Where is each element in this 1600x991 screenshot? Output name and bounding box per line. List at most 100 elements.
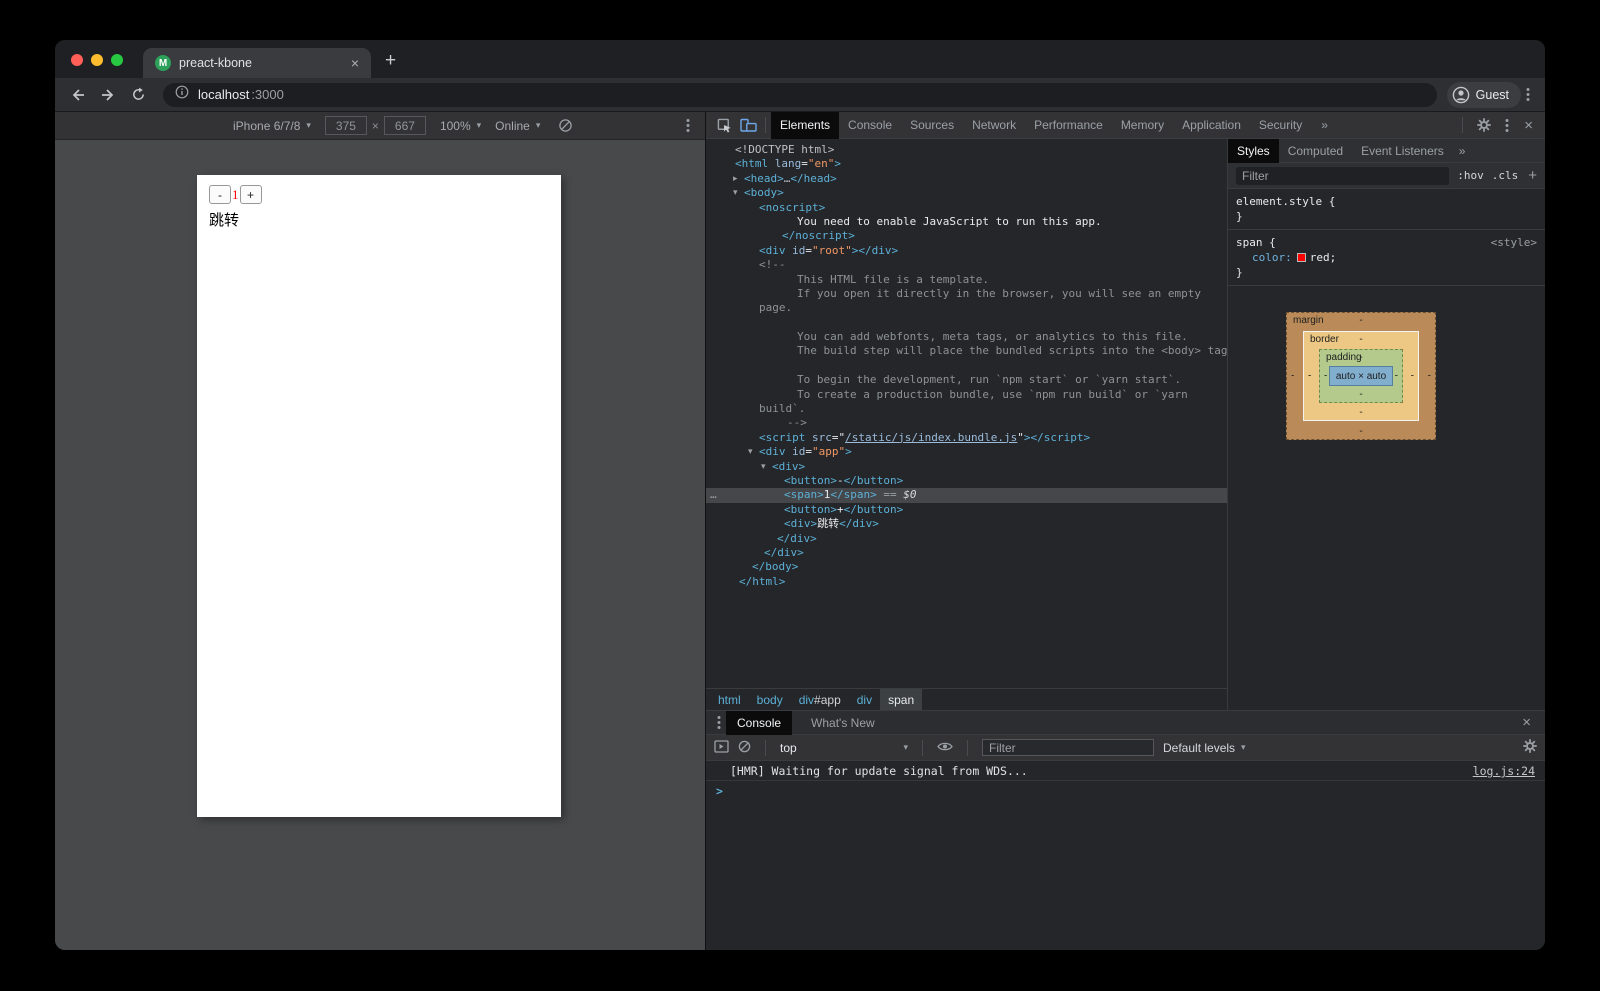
toggle-hover-button[interactable]: :hov [1457, 169, 1484, 182]
breadcrumb-item-span[interactable]: span [880, 689, 922, 711]
box-content[interactable]: auto × auto [1329, 366, 1393, 386]
tree-line[interactable]: This HTML file is a template. [706, 273, 1227, 287]
tree-line[interactable]: <div id="root"></div> [706, 244, 1227, 258]
tree-line[interactable]: <!-- [706, 258, 1227, 272]
css-property-name[interactable]: color: [1252, 251, 1292, 264]
minus-button[interactable]: - [209, 185, 231, 204]
console-sidebar-toggle-icon[interactable] [714, 740, 729, 756]
rotate-icon[interactable] [558, 118, 573, 133]
styles-filter-input[interactable] [1236, 167, 1449, 185]
tree-line[interactable]: </noscript> [706, 229, 1227, 243]
live-expression-eye-icon[interactable] [937, 741, 953, 755]
back-button[interactable] [65, 82, 91, 108]
devtools-tab-network[interactable]: Network [963, 112, 1025, 139]
tree-line[interactable]: <div>跳转</div> [706, 517, 1227, 531]
more-tabs-button[interactable]: » [1311, 118, 1338, 132]
tree-line[interactable] [706, 359, 1227, 373]
tree-line[interactable]: <html lang="en"> [706, 157, 1227, 171]
drawer-menu-icon[interactable] [712, 715, 726, 730]
drawer-tab-console[interactable]: Console [726, 711, 792, 735]
element-style-rule[interactable]: element.style { } [1228, 189, 1545, 230]
tree-line[interactable]: You can add webfonts, meta tags, or anal… [706, 330, 1227, 344]
device-width-input[interactable] [325, 116, 367, 135]
tree-line[interactable]: <noscript> [706, 201, 1227, 215]
console-source-link[interactable]: log.js:24 [1473, 761, 1535, 780]
browser-menu-icon[interactable] [1521, 87, 1535, 102]
zoom-window-button[interactable] [111, 54, 123, 66]
tree-line[interactable]: You need to enable JavaScript to run thi… [706, 215, 1227, 229]
new-style-rule-button[interactable]: + [1526, 167, 1537, 184]
span-style-rule[interactable]: span { <style> color:red; } [1228, 230, 1545, 286]
devtools-close-icon[interactable]: × [1518, 117, 1539, 134]
styles-tab-styles[interactable]: Styles [1228, 139, 1279, 163]
devtools-tab-performance[interactable]: Performance [1025, 112, 1112, 139]
console-settings-gear-icon[interactable] [1523, 739, 1537, 756]
devtools-menu-icon[interactable] [1500, 118, 1514, 133]
devtools-tab-application[interactable]: Application [1173, 112, 1250, 139]
tree-line[interactable]: <script src="/static/js/index.bundle.js"… [706, 431, 1227, 445]
tree-line[interactable]: build`. [706, 402, 1227, 416]
tab-close-icon[interactable]: × [349, 55, 361, 71]
devtools-tab-elements[interactable]: Elements [771, 112, 839, 139]
inspect-element-icon[interactable] [712, 112, 736, 139]
breadcrumb-item-div[interactable]: div [849, 689, 880, 711]
tree-line[interactable]: If you open it directly in the browser, … [706, 287, 1227, 301]
chevron-down-icon[interactable]: ▾ [761, 460, 766, 474]
address-bar[interactable]: localhost :3000 [163, 83, 1437, 107]
tree-line[interactable]: To create a production bundle, use `npm … [706, 388, 1227, 402]
minimize-window-button[interactable] [91, 54, 103, 66]
zoom-select[interactable]: 100%▾ [440, 119, 481, 133]
forward-button[interactable] [95, 82, 121, 108]
rule-source-link[interactable]: <style> [1491, 235, 1537, 250]
tree-line[interactable]: </html> [706, 575, 1227, 589]
device-toolbar-toggle-icon[interactable] [736, 112, 760, 139]
color-swatch[interactable] [1297, 253, 1306, 262]
console-filter-input[interactable] [982, 739, 1154, 756]
tree-line[interactable]: <button>-</button> [706, 474, 1227, 488]
new-tab-button[interactable]: + [385, 48, 396, 74]
devtools-tab-sources[interactable]: Sources [901, 112, 963, 139]
styles-more-tabs-button[interactable]: » [1453, 144, 1472, 158]
throttling-select[interactable]: Online▾ [495, 119, 540, 133]
reload-button[interactable] [125, 82, 151, 108]
settings-gear-icon[interactable] [1472, 112, 1496, 139]
close-window-button[interactable] [71, 54, 83, 66]
tree-line[interactable]: <!DOCTYPE html> [706, 143, 1227, 157]
execution-context-select[interactable]: top▾ [780, 741, 908, 755]
breadcrumb-item-html[interactable]: html [710, 689, 749, 711]
chevron-down-icon[interactable]: ▾ [748, 445, 753, 459]
devtools-tab-console[interactable]: Console [839, 112, 901, 139]
devtools-tab-memory[interactable]: Memory [1112, 112, 1173, 139]
plus-button[interactable]: + [240, 185, 262, 204]
styles-tab-computed[interactable]: Computed [1279, 139, 1352, 163]
tree-line[interactable]: --> [706, 416, 1227, 430]
styles-tab-event-listeners[interactable]: Event Listeners [1352, 139, 1453, 163]
browser-tab[interactable]: M preact-kbone × [143, 48, 371, 78]
box-model-diagram[interactable]: margin - - - - border - - - - [1286, 312, 1436, 440]
profile-button[interactable]: Guest [1447, 82, 1521, 108]
tree-line[interactable]: <button>+</button> [706, 503, 1227, 517]
tree-line[interactable]: ▸<head>…</head> [706, 172, 1227, 186]
device-height-input[interactable] [384, 116, 426, 135]
site-info-icon[interactable] [175, 85, 189, 104]
breadcrumb-item-body[interactable]: body [749, 689, 791, 711]
device-toolbar-menu-icon[interactable] [681, 118, 695, 133]
tree-line[interactable]: The build step will place the bundled sc… [706, 344, 1227, 358]
tree-line[interactable]: </div> [706, 546, 1227, 560]
clear-console-icon[interactable] [738, 740, 751, 756]
toggle-classes-button[interactable]: .cls [1492, 169, 1519, 182]
chevron-right-icon[interactable]: ▸ [733, 172, 738, 186]
css-property-value[interactable]: red; [1310, 251, 1337, 264]
drawer-tab-whats-new[interactable]: What's New [800, 711, 886, 735]
chevron-down-icon[interactable]: ▾ [733, 186, 738, 200]
device-select[interactable]: iPhone 6/7/8▾ [233, 119, 311, 133]
tree-line[interactable]: ▾<body> [706, 186, 1227, 200]
devtools-tab-security[interactable]: Security [1250, 112, 1311, 139]
tree-line[interactable]: ▾<div> [706, 460, 1227, 474]
tree-line[interactable]: ▾<div id="app"> [706, 445, 1227, 459]
jump-link[interactable]: 跳转 [197, 204, 561, 230]
console-message-row[interactable]: [HMR] Waiting for update signal from WDS… [706, 761, 1545, 781]
tree-line[interactable]: </body> [706, 560, 1227, 574]
tree-line[interactable]: </div> [706, 532, 1227, 546]
box-border[interactable]: border - - - - padding - - - [1303, 331, 1419, 421]
